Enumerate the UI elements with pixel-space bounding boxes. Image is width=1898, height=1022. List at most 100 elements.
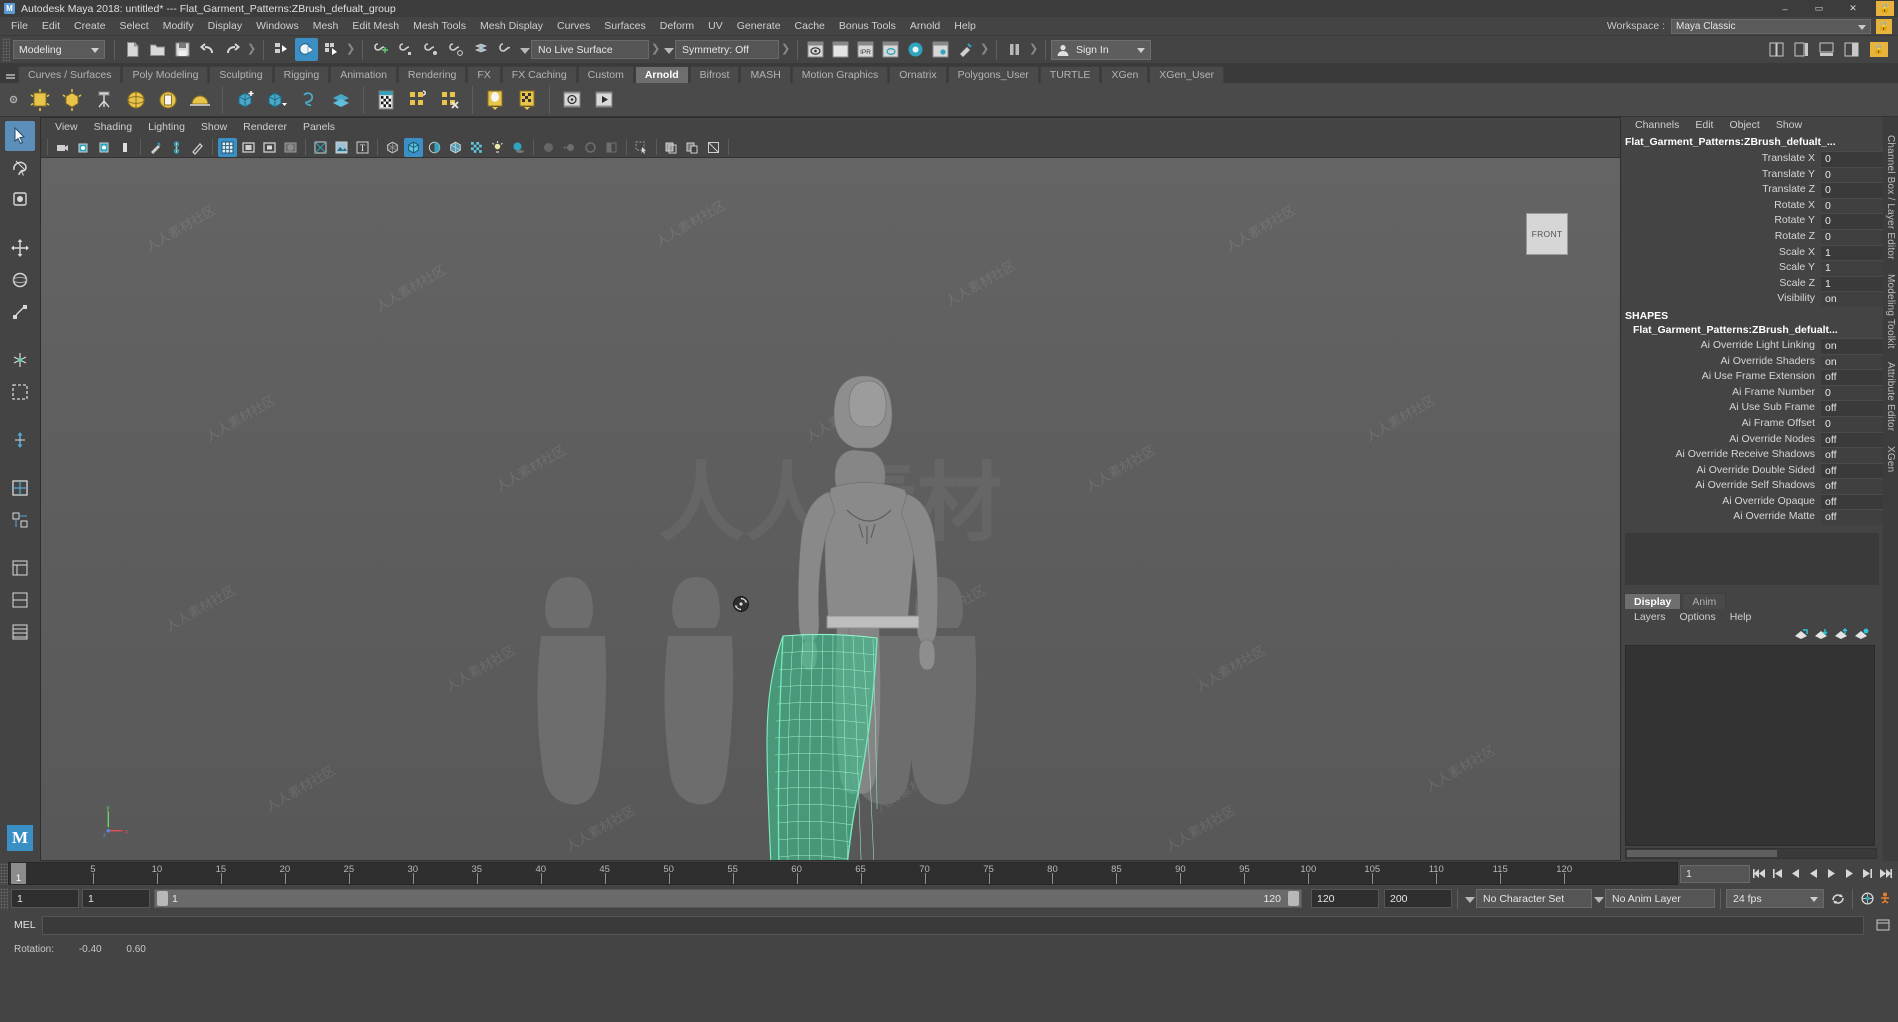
grease-pencil-icon[interactable] xyxy=(146,138,165,157)
arnold-flare-icon[interactable] xyxy=(403,85,433,115)
outliner-toggle-icon[interactable] xyxy=(1765,38,1788,61)
menu-cache[interactable]: Cache xyxy=(788,17,832,36)
show-manipulator-tool[interactable] xyxy=(5,505,35,535)
image-plane-icon[interactable] xyxy=(116,138,135,157)
vertical-tab-xgen[interactable]: XGen xyxy=(1885,446,1896,472)
menu-deform[interactable]: Deform xyxy=(653,17,701,36)
component-select-mode-icon[interactable] xyxy=(320,38,343,61)
channel-attr-value[interactable]: 0 xyxy=(1821,415,1883,432)
statusline-collapse-3[interactable] xyxy=(651,40,660,60)
shelf-tab-xgen[interactable]: XGen xyxy=(1101,66,1149,83)
animation-preferences-icon[interactable] xyxy=(1876,889,1894,909)
viewport-menu-renderer[interactable]: Renderer xyxy=(235,118,295,137)
statusline-collapse-4[interactable] xyxy=(781,40,790,60)
shelf-tab-curves-surfaces[interactable]: Curves / Surfaces xyxy=(18,66,122,83)
channel-attr-value[interactable]: 1 xyxy=(1821,260,1883,276)
menu-file[interactable]: File xyxy=(4,17,35,36)
bookmarks-icon[interactable] xyxy=(95,138,114,157)
lock-icon[interactable]: 🔒 xyxy=(1876,1,1894,16)
redo-icon[interactable] xyxy=(221,38,244,61)
gate-mask-icon[interactable] xyxy=(281,138,300,157)
tool-settings-toggle-icon[interactable] xyxy=(1815,38,1838,61)
channel-attr-value[interactable]: off xyxy=(1821,400,1883,416)
layer-menu-options[interactable]: Options xyxy=(1673,609,1723,625)
textured-icon[interactable] xyxy=(467,138,486,157)
go-to-start-icon[interactable] xyxy=(1750,864,1768,884)
channel-attr-value[interactable]: 0 xyxy=(1821,228,1883,245)
symmetry-field[interactable]: Symmetry: Off xyxy=(675,40,779,59)
cycle-icon[interactable] xyxy=(1829,889,1847,909)
rotate-tool[interactable] xyxy=(5,265,35,295)
channel-attr-value[interactable]: 0 xyxy=(1821,213,1883,229)
viewport-menu-panels[interactable]: Panels xyxy=(295,118,343,137)
mel-command-input[interactable] xyxy=(42,915,1864,935)
minimize-button[interactable]: – xyxy=(1768,0,1802,17)
grease-eraser-icon[interactable] xyxy=(188,138,207,157)
step-back-frame-icon[interactable] xyxy=(1786,864,1804,884)
arnold-standin-export-icon[interactable] xyxy=(262,85,292,115)
camera-attributes-icon[interactable] xyxy=(74,138,93,157)
menu-windows[interactable]: Windows xyxy=(249,17,306,36)
channel-attr-value[interactable]: off xyxy=(1821,431,1883,448)
menu-select[interactable]: Select xyxy=(113,17,156,36)
arnold-alembic-icon[interactable] xyxy=(326,85,356,115)
step-forward-frame-icon[interactable] xyxy=(1840,864,1858,884)
channel-attr-value[interactable]: off xyxy=(1821,369,1883,385)
view-cube[interactable]: FRONT xyxy=(1526,213,1568,255)
snap-to-projected-center-icon[interactable] xyxy=(444,38,467,61)
channel-attr-value[interactable]: on xyxy=(1821,353,1883,370)
new-layer-icon[interactable] xyxy=(1791,626,1811,642)
soft-select-tool[interactable] xyxy=(5,377,35,407)
channel-attr-value[interactable]: 0 xyxy=(1821,166,1883,183)
channel-attr-value[interactable]: on xyxy=(1821,291,1883,307)
layer-tab-anim[interactable]: Anim xyxy=(1682,593,1727,610)
channel-attr-value[interactable]: 0 xyxy=(1821,384,1883,401)
arnold-area-light-icon[interactable] xyxy=(25,85,55,115)
range-end-handle[interactable] xyxy=(1288,891,1299,906)
xray-joints-icon[interactable] xyxy=(683,138,702,157)
arnold-light-portal-icon[interactable] xyxy=(153,85,183,115)
object-select-mode-icon[interactable] xyxy=(295,38,318,61)
channel-box-toggle-icon[interactable] xyxy=(1840,38,1863,61)
channelbox-menu-channels[interactable]: Channels xyxy=(1627,117,1687,134)
arnold-scene-source-icon[interactable] xyxy=(480,85,510,115)
paint-select-tool[interactable] xyxy=(5,185,35,215)
menu-curves[interactable]: Curves xyxy=(550,17,597,36)
shelf-tab-sculpting[interactable]: Sculpting xyxy=(209,66,273,83)
outliner-panel-tool[interactable] xyxy=(5,553,35,583)
arnold-skydome-light-icon[interactable] xyxy=(121,85,151,115)
pause-render-icon[interactable] xyxy=(1003,38,1026,61)
menu-mesh-display[interactable]: Mesh Display xyxy=(473,17,550,36)
vertical-tab-modeling-toolkit[interactable]: Modeling Toolkit xyxy=(1885,274,1896,349)
channel-attr-value[interactable]: on xyxy=(1821,337,1883,354)
screen-space-ao-icon[interactable] xyxy=(539,138,558,157)
menu-mesh-tools[interactable]: Mesh Tools xyxy=(406,17,473,36)
playback-speed-select[interactable]: 24 fps xyxy=(1726,889,1824,908)
motion-blur-icon[interactable] xyxy=(560,138,579,157)
arnold-sequence-icon[interactable] xyxy=(589,85,619,115)
layer-tab-display[interactable]: Display xyxy=(1624,593,1682,610)
playback-end-time-field[interactable]: 120 xyxy=(1311,889,1379,908)
isolate-select-icon[interactable] xyxy=(632,138,651,157)
smooth-shade-all-icon[interactable] xyxy=(404,137,423,157)
resolution-gate-icon[interactable] xyxy=(260,138,279,157)
snap-align-tool[interactable] xyxy=(5,473,35,503)
menu-set-select[interactable]: Modeling xyxy=(13,40,105,59)
render-current-frame-icon[interactable] xyxy=(829,38,852,61)
save-scene-icon[interactable] xyxy=(171,38,194,61)
snap-options-arrow[interactable] xyxy=(518,41,531,59)
shelf-tab-rigging[interactable]: Rigging xyxy=(273,66,330,83)
arnold-mesh-light-icon[interactable] xyxy=(57,85,87,115)
vertical-tab-attribute-editor[interactable]: Attribute Editor xyxy=(1885,362,1896,431)
menu-generate[interactable]: Generate xyxy=(730,17,788,36)
close-button[interactable]: ✕ xyxy=(1836,0,1870,17)
shelf-tab-fx[interactable]: FX xyxy=(467,66,501,83)
viewport-canvas[interactable]: 人人素材 人人素材社区 人人素材社区 人人素材社区 人人素材社区 人人素材社区 … xyxy=(41,158,1620,860)
shelf-tab-polygons-user[interactable]: Polygons_User xyxy=(947,66,1039,83)
snap-to-grid-icon[interactable] xyxy=(369,38,392,61)
no-manip-icon[interactable] xyxy=(704,138,723,157)
range-b+ar[interactable]: 1 120 xyxy=(154,889,1302,908)
move-tool[interactable] xyxy=(5,233,35,263)
exposure-icon[interactable] xyxy=(311,138,330,157)
anim-layer-field[interactable]: No Anim Layer xyxy=(1605,889,1715,908)
